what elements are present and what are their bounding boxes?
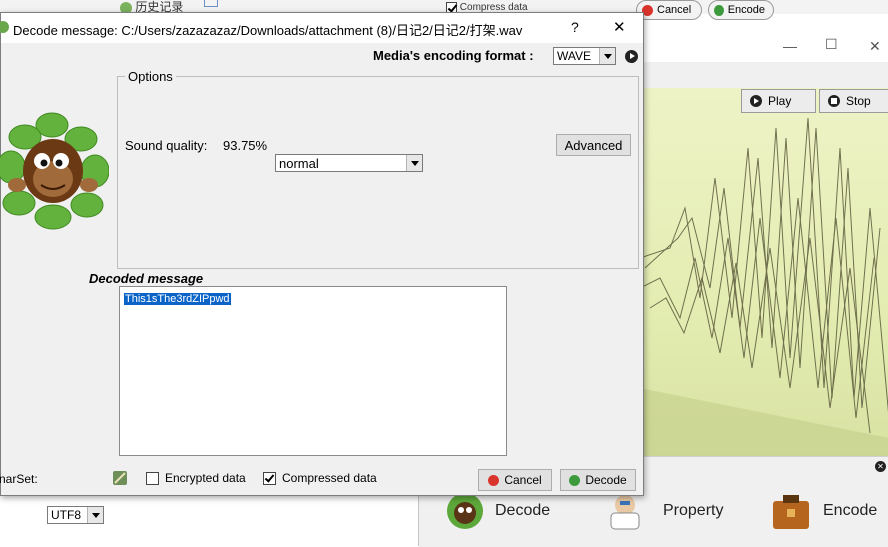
bg-encode-button[interactable]: Encode [708, 0, 774, 20]
compress-check-icon [446, 2, 457, 12]
close-button[interactable]: ✕ [613, 18, 626, 36]
property-doctor-icon [610, 495, 640, 530]
dialog-title: Decode message: C:/Users/zazazazaz/Downl… [13, 23, 523, 38]
compress-data-item[interactable]: Compress data [446, 2, 528, 12]
cancel-icon [488, 474, 500, 486]
help-button[interactable]: ? [571, 19, 579, 35]
decoded-message-heading: Decoded message [89, 271, 204, 286]
decode-button[interactable]: Decode [560, 469, 636, 491]
tool-decode[interactable]: Decode [445, 491, 550, 531]
stop-icon [828, 95, 840, 107]
tool-property[interactable]: Property [603, 491, 723, 531]
stop-button[interactable]: Stop [819, 89, 888, 113]
cancel-button[interactable]: Cancel [478, 469, 552, 491]
tool-encode[interactable]: Encode [769, 491, 877, 531]
panel-close-icon[interactable]: ✕ [875, 461, 886, 472]
bg-cancel-button[interactable]: Cancel [636, 0, 702, 20]
mascot-image [0, 112, 109, 230]
sound-quality-percent: 93.75% [223, 138, 268, 153]
encrypted-checkbox[interactable] [146, 471, 159, 485]
compressed-checkbox[interactable] [263, 471, 276, 485]
encoding-format-label: Media's encoding format : [373, 48, 534, 63]
maximize-icon[interactable]: ☐ [825, 36, 838, 53]
chevron-down-icon [599, 48, 615, 64]
chevron-down-icon [87, 507, 103, 523]
charset-select[interactable]: UTF8 [47, 506, 104, 524]
window-icon [204, 0, 218, 7]
sound-quality-label: Sound quality: [125, 138, 208, 153]
sound-quality-select[interactable]: normal [275, 154, 423, 172]
decoded-text: This1sThe3rdZIPpwd [124, 293, 231, 305]
minimize-icon[interactable]: — [783, 38, 797, 54]
play-button[interactable]: Play [741, 89, 816, 113]
decode-dialog: Decode message: C:/Users/zazazazaz/Downl… [0, 12, 644, 524]
edit-icon[interactable] [111, 469, 129, 487]
advanced-button[interactable]: Advanced [556, 134, 631, 156]
encrypted-data-option[interactable]: Encrypted data [146, 471, 246, 485]
compressed-data-option[interactable]: Compressed data [263, 471, 377, 485]
options-legend: Options [125, 69, 176, 84]
decode-mascot-icon [447, 493, 483, 529]
waveform-graphic [640, 117, 888, 480]
charset-label: narSet: [0, 472, 38, 486]
decoded-message-textarea[interactable]: This1sThe3rdZIPpwd [119, 286, 507, 456]
play-icon [750, 95, 762, 107]
check-icon [569, 474, 581, 486]
encoding-format-select[interactable]: WAVE [553, 47, 616, 65]
check-icon [714, 4, 724, 16]
encode-suitcase-icon [773, 495, 809, 529]
options-group [117, 76, 639, 269]
waveform-view [640, 88, 888, 480]
chevron-down-icon [406, 155, 422, 171]
close-icon[interactable]: ✕ [869, 38, 881, 55]
play-format-icon[interactable] [625, 50, 638, 63]
